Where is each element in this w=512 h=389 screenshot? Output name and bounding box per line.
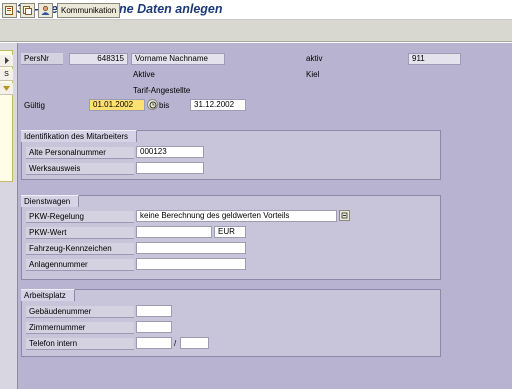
company-car-group-title: Dienstwagen <box>21 195 80 207</box>
license-plate-field[interactable] <box>136 242 246 254</box>
communication-button[interactable]: Kommunikation <box>57 3 121 18</box>
employee-name: Vorname Nachname <box>131 53 225 65</box>
old-persnr-field[interactable]: 000123 <box>136 146 204 158</box>
nav-collapse-tab[interactable] <box>0 83 13 95</box>
room-number-label: Zimmernummer <box>26 322 134 334</box>
valid-from-field[interactable]: 01.01.2002 <box>89 99 145 111</box>
building-number-field[interactable] <box>136 305 172 317</box>
car-rule-label: PKW-Regelung <box>26 211 134 223</box>
create-icon <box>5 6 13 15</box>
werksausweis-field[interactable] <box>136 162 204 174</box>
person-icon <box>41 5 50 15</box>
create-button[interactable] <box>2 3 17 18</box>
internal-phone-field[interactable] <box>136 337 172 349</box>
license-plate-label: Fahrzeug-Kennzeichen <box>26 243 134 255</box>
internal-phone-ext-field[interactable] <box>180 337 209 349</box>
date-picker-button[interactable] <box>147 99 158 110</box>
internal-phone-label: Telefon intern <box>26 338 134 350</box>
person-button[interactable] <box>38 3 53 18</box>
asset-number-label: Anlagennummer <box>26 259 134 271</box>
copy-icon <box>23 6 32 15</box>
calendar-icon <box>149 101 156 108</box>
room-number-field[interactable] <box>136 321 172 333</box>
car-rule-dropdown-button[interactable] <box>339 210 350 221</box>
asset-number-field[interactable] <box>136 258 246 270</box>
currency-field[interactable]: EUR <box>214 226 246 238</box>
status-label: aktiv <box>306 54 323 63</box>
werksausweis-label: Werksausweis <box>26 163 134 175</box>
location-label: Kiel <box>306 70 320 79</box>
building-number-label: Gebäudenummer <box>26 306 134 318</box>
triangle-down-icon <box>3 86 10 91</box>
old-persnr-label: Alte Personalnummer <box>26 147 134 159</box>
valid-to-field[interactable]: 31.12.2002 <box>190 99 246 111</box>
persnr-label: PersNr <box>21 53 63 65</box>
copy-button[interactable] <box>20 3 35 18</box>
dropdown-list-icon <box>341 212 348 219</box>
employee-group: Aktive <box>133 70 155 79</box>
car-value-label: PKW-Wert <box>26 227 134 239</box>
employee-subgroup: Tarif-Angestellte <box>133 86 191 95</box>
persnr-value: 648315 <box>69 53 128 65</box>
phone-separator: / <box>174 339 177 348</box>
identification-group-title: Identifikation des Mitarbeiters <box>21 130 138 142</box>
car-value-field[interactable] <box>136 226 212 238</box>
valid-to-label: bis <box>159 101 170 110</box>
workplace-group-title: Arbeitsplatz <box>21 289 75 301</box>
car-rule-field[interactable]: keine Berechnung des geldwerten Vorteils <box>136 210 337 222</box>
nav-expand-tab[interactable] <box>0 55 13 67</box>
nav-tab-s[interactable]: S <box>0 69 13 81</box>
application-toolbar <box>0 20 512 42</box>
validity-label: Gültig <box>24 101 45 110</box>
status-value: 911 <box>408 53 461 65</box>
arrow-right-icon <box>4 57 9 64</box>
